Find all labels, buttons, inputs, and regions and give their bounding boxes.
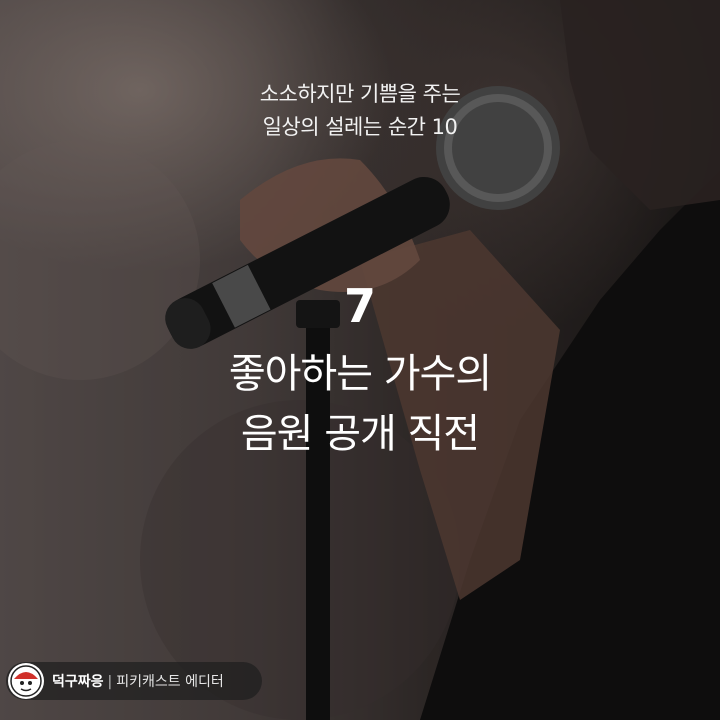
editor-credit[interactable]: 덕구짜응 | 피키캐스트 에디터	[6, 662, 262, 700]
card-image: 소소하지만 기쁨을 주는 일상의 설레는 순간 10 7 좋아하는 가수의 음원…	[0, 0, 720, 720]
series-title-line1: 소소하지만 기쁨을 주는	[259, 82, 461, 106]
item-title-line1: 좋아하는 가수의	[228, 351, 492, 397]
credit-text: 덕구짜응 | 피키캐스트 에디터	[52, 671, 224, 691]
credit-separator: |	[107, 674, 113, 690]
cartoon-avatar-icon	[8, 663, 44, 699]
series-title: 소소하지만 기쁨을 주는 일상의 설레는 순간 10	[0, 78, 720, 144]
item-title-line2: 음원 공개 직전	[240, 411, 480, 457]
item-title: 좋아하는 가수의 음원 공개 직전	[0, 344, 720, 464]
editor-role: 피키캐스트 에디터	[116, 674, 224, 690]
item-number: 7	[343, 279, 376, 333]
editor-name: 덕구짜응	[52, 674, 104, 690]
series-title-line2: 일상의 설레는 순간 10	[262, 115, 458, 139]
